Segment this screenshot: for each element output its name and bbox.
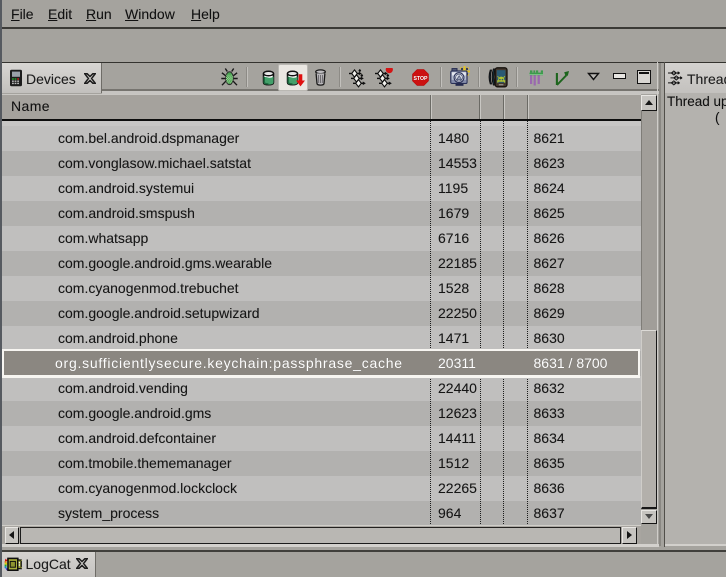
svg-text:STOP: STOP <box>413 76 428 82</box>
